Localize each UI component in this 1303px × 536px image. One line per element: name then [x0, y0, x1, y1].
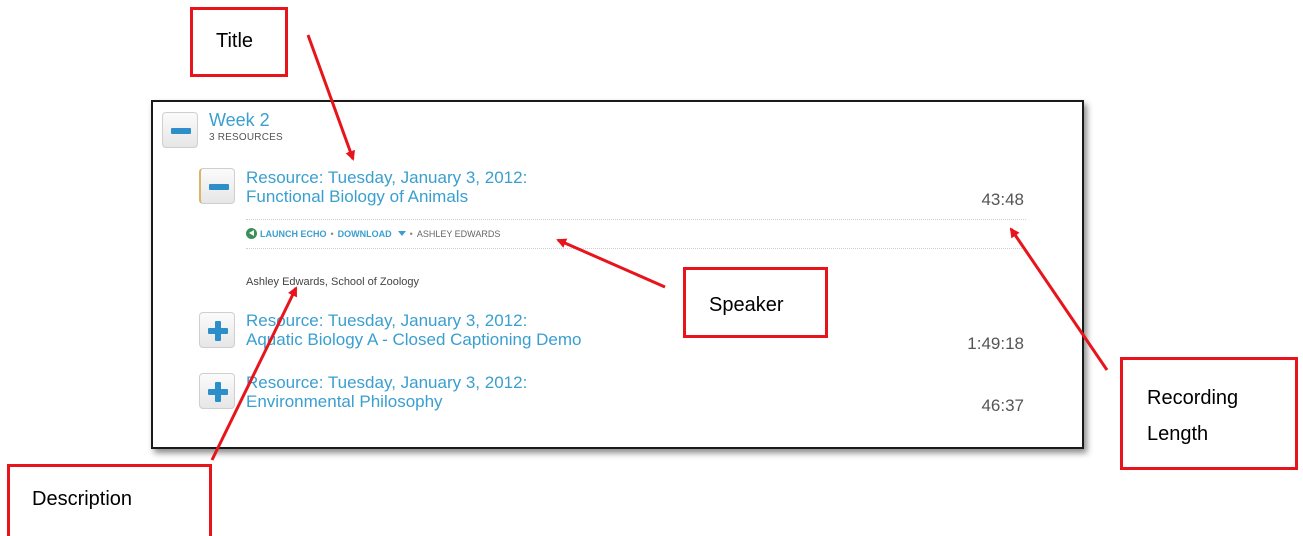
recording-length-arrow	[1009, 227, 1109, 371]
description-arrow	[210, 286, 298, 461]
speaker-callout-label: Speaker	[709, 294, 784, 316]
annotation-arrows	[210, 34, 1109, 461]
speaker-arrow	[556, 238, 666, 289]
title-callout: Title	[190, 7, 288, 77]
description-callout-label: Description	[32, 488, 133, 510]
description-callout: Description	[7, 464, 212, 536]
title-arrow	[306, 34, 355, 161]
speaker-callout: Speaker	[683, 267, 828, 338]
recording-length-callout-line2: Length	[1147, 423, 1209, 445]
title-callout-label: Title	[216, 30, 254, 52]
recording-length-callout-line1: Recording	[1147, 387, 1239, 409]
recording-length-callout: Recording Length	[1120, 357, 1298, 470]
